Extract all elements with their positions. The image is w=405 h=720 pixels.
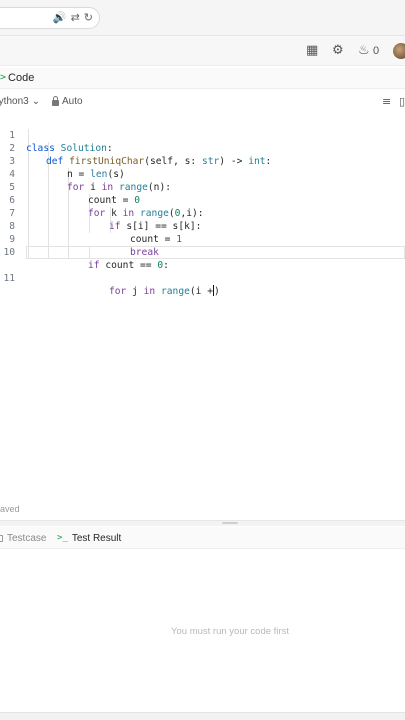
- speaker-icon[interactable]: 🔊: [53, 11, 67, 25]
- terminal-icon: >_: [57, 533, 68, 543]
- code-panel-tabbar: > Code: [0, 68, 405, 89]
- format-icon[interactable]: ≡: [382, 95, 391, 108]
- editor-toolbar: Python3 ⌄ Auto ≡ ▯: [0, 92, 405, 112]
- bookmark-icon[interactable]: ▯: [399, 95, 405, 108]
- code-line: 1 class Solution:: [0, 116, 405, 154]
- app-header: ▦ ⚙ ♨ 0: [0, 36, 405, 66]
- current-line-highlight: [26, 246, 405, 259]
- code-line: 9 break: [0, 220, 405, 258]
- code-line: 2 def firstUniqChar(self, s: str) -> int…: [0, 129, 405, 167]
- code-line: 7 if s[i] == s[k]:: [0, 194, 405, 232]
- empty-result-message: You must run your code first: [171, 626, 289, 637]
- auto-mode-label: Auto: [62, 96, 83, 107]
- browser-toolbar: 🔊 ⇄ ↻: [0, 0, 405, 36]
- code-text: for j in range(i +): [109, 285, 220, 297]
- tab-code[interactable]: > Code: [0, 71, 34, 85]
- text-caret: [213, 285, 214, 296]
- tab-testcase[interactable]: Testcase: [0, 532, 46, 545]
- app-window: 🔊 ⇄ ↻ ▦ ⚙ ♨ 0 > Code Python3 ⌄ Auto ≡ ▯: [0, 0, 405, 720]
- tab-test-result[interactable]: >_ Test Result: [57, 532, 121, 545]
- code-line: 3 n = len(s): [0, 142, 405, 180]
- code-line: 6 for k in range(0,i):: [0, 181, 405, 219]
- tab-test-result-label: Test Result: [71, 533, 122, 544]
- code-line: 4 for i in range(n):: [0, 155, 405, 193]
- bottom-panel-tabs: Testcase >_ Test Result: [0, 527, 405, 549]
- panel-splitter[interactable]: [0, 520, 405, 526]
- fire-icon[interactable]: ♨: [358, 43, 370, 59]
- tab-code-label: Code: [8, 72, 35, 84]
- save-status: Saved: [0, 503, 20, 515]
- address-bar[interactable]: 🔊 ⇄ ↻: [0, 7, 100, 29]
- bottom-edge: [0, 712, 405, 720]
- tab-testcase-label: Testcase: [7, 533, 47, 544]
- language-select[interactable]: Python3 ⌄: [0, 95, 40, 108]
- code-line: 5 count = 0: [0, 168, 405, 206]
- translate-icon[interactable]: ⇄: [71, 11, 80, 25]
- code-line: 10 if count == 0:: [0, 233, 405, 271]
- code-line-active: 11 for j in range(i +): [0, 246, 405, 297]
- language-label: Python3: [0, 96, 29, 107]
- drag-handle[interactable]: [222, 522, 238, 524]
- line-number: 11: [3, 273, 15, 284]
- code-icon: >: [0, 72, 7, 83]
- layout-icon[interactable]: ▦: [306, 43, 318, 59]
- gear-icon[interactable]: ⚙: [332, 43, 344, 59]
- address-bar-icons: 🔊 ⇄ ↻: [53, 11, 93, 25]
- reload-icon[interactable]: ↻: [84, 11, 93, 25]
- auto-mode-toggle[interactable]: Auto: [52, 95, 83, 108]
- chevron-down-icon: ⌄: [31, 96, 41, 107]
- code-editor[interactable]: 1 class Solution: 2 def firstUniqChar(se…: [0, 116, 405, 506]
- code-line: 8 count = 1: [0, 207, 405, 245]
- checkbox-icon: [0, 535, 3, 542]
- avatar[interactable]: [393, 43, 405, 59]
- streak-count: 0: [373, 45, 380, 57]
- lock-icon: [52, 95, 59, 106]
- save-status-label: Saved: [0, 504, 20, 514]
- code-text: if count == 0:: [88, 260, 169, 271]
